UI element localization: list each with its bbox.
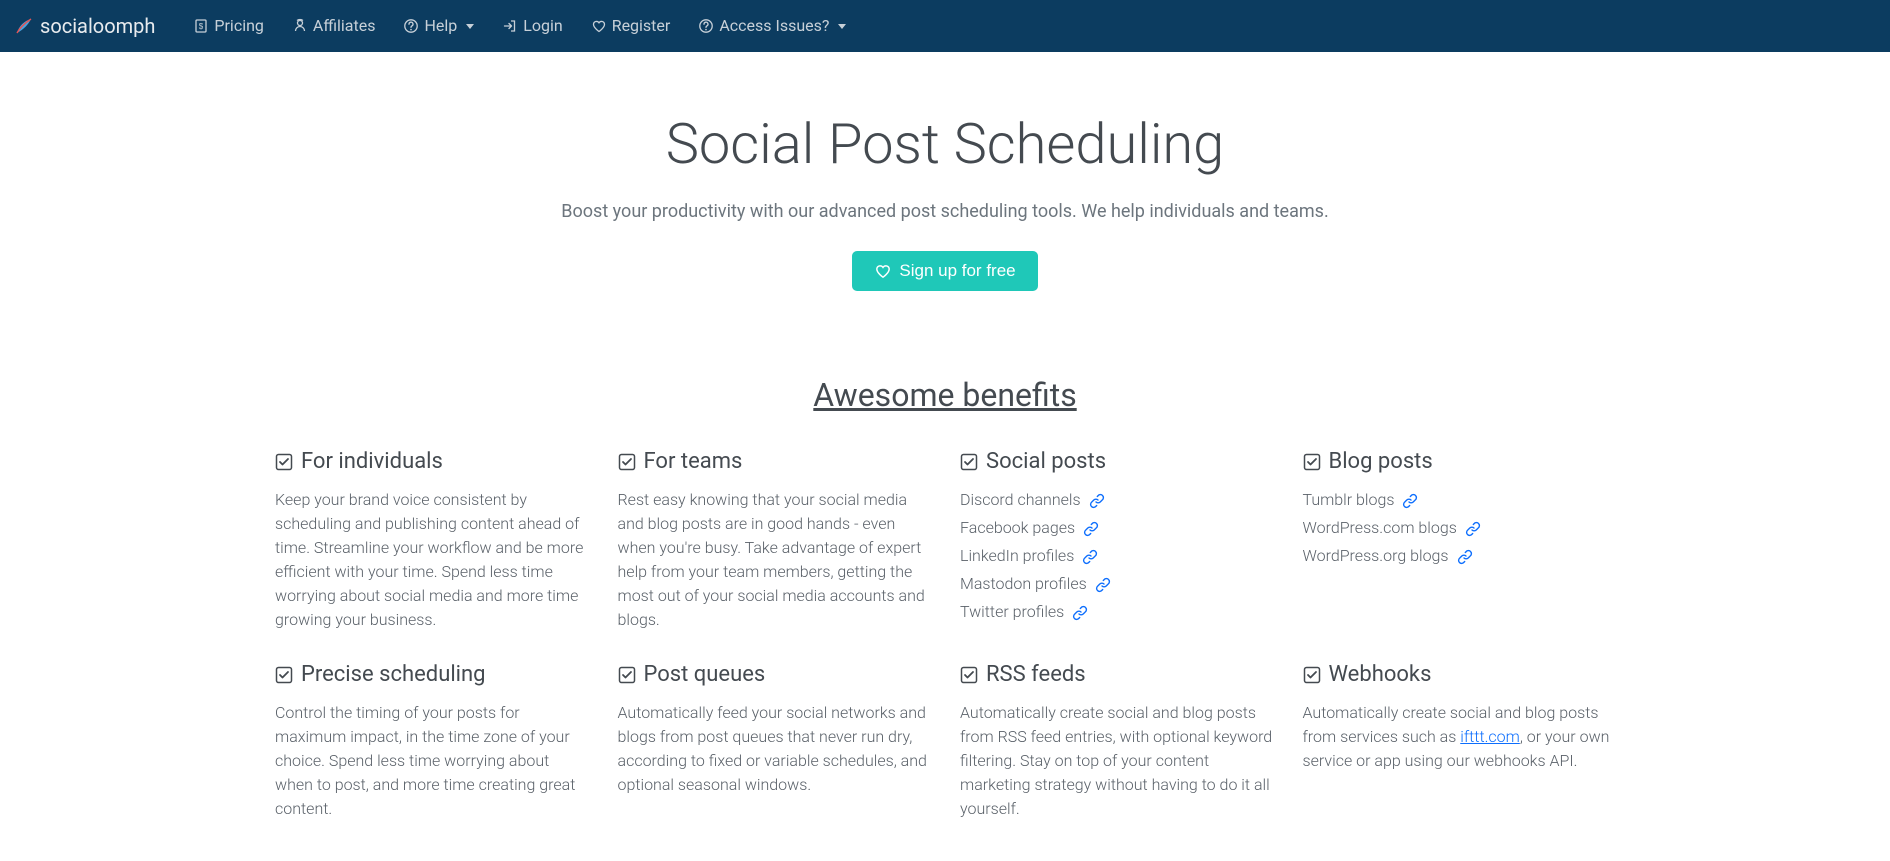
benefit-title: For individuals <box>301 445 443 478</box>
benefit-individuals: For individuals Keep your brand voice co… <box>275 445 588 632</box>
benefit-body: Keep your brand voice consistent by sche… <box>275 488 588 632</box>
benefit-rss-feeds: RSS feeds Automatically create social an… <box>960 658 1273 821</box>
benefit-blog-posts: Blog posts Tumblr blogs WordPress.com blo… <box>1303 445 1616 632</box>
benefit-title: Social posts <box>986 445 1106 478</box>
list-item: Discord channels <box>960 488 1273 512</box>
social-posts-list: Discord channels Facebook pages LinkedIn p… <box>960 488 1273 624</box>
checkbox-icon <box>275 453 293 471</box>
checkbox-icon <box>960 666 978 684</box>
checkbox-icon <box>960 453 978 471</box>
brand-text: socialoomph <box>40 11 155 41</box>
nav-register[interactable]: Register <box>579 10 683 42</box>
benefit-body: Automatically create social and blog pos… <box>960 701 1273 821</box>
checkbox-icon <box>1303 453 1321 471</box>
list-item: WordPress.org blogs <box>1303 544 1616 568</box>
heart-icon <box>591 18 607 34</box>
nav-register-label: Register <box>612 14 671 38</box>
benefits-heading: Awesome benefits <box>0 371 1890 419</box>
benefit-title: RSS feeds <box>986 658 1086 691</box>
list-item: Tumblr blogs <box>1303 488 1616 512</box>
list-item-label: Discord channels <box>960 488 1081 512</box>
list-item: Twitter profiles <box>960 600 1273 624</box>
sign-up-label: Sign up for free <box>899 261 1015 281</box>
help-icon <box>698 18 714 34</box>
benefit-social-posts: Social posts Discord channels Facebook pa… <box>960 445 1273 632</box>
list-item-label: Facebook pages <box>960 516 1075 540</box>
link-icon[interactable] <box>1083 516 1099 540</box>
dollar-icon <box>193 18 209 34</box>
checkbox-icon <box>618 666 636 684</box>
navbar: socialoomph Pricing Affiliates Help Logi… <box>0 0 1890 52</box>
list-item: Mastodon profiles <box>960 572 1273 596</box>
nav-affiliates[interactable]: Affiliates <box>280 10 388 42</box>
login-icon <box>502 18 518 34</box>
benefit-title: Webhooks <box>1329 658 1432 691</box>
nav-access-issues[interactable]: Access Issues? <box>686 10 858 42</box>
list-item: LinkedIn profiles <box>960 544 1273 568</box>
nav-login[interactable]: Login <box>490 10 574 42</box>
affiliate-icon <box>292 18 308 34</box>
nav-pricing[interactable]: Pricing <box>181 10 276 42</box>
link-icon[interactable] <box>1089 488 1105 512</box>
list-item-label: Mastodon profiles <box>960 572 1087 596</box>
benefit-teams: For teams Rest easy knowing that your so… <box>618 445 931 632</box>
link-icon[interactable] <box>1457 544 1473 568</box>
benefit-precise-scheduling: Precise scheduling Control the timing of… <box>275 658 588 821</box>
list-item: WordPress.com blogs <box>1303 516 1616 540</box>
sign-up-button[interactable]: Sign up for free <box>852 251 1037 291</box>
benefit-body: Automatically create social and blog pos… <box>1303 701 1616 773</box>
heart-icon <box>874 262 892 280</box>
hero-subtitle: Boost your productivity with our advance… <box>20 198 1870 225</box>
ifttt-link[interactable]: ifttt.com <box>1460 727 1520 746</box>
benefit-body: Rest easy knowing that your social media… <box>618 488 931 632</box>
checkbox-icon <box>618 453 636 471</box>
nav-help[interactable]: Help <box>391 10 486 42</box>
nav-login-label: Login <box>523 14 562 38</box>
benefit-title: For teams <box>644 445 743 478</box>
checkbox-icon <box>1303 666 1321 684</box>
list-item-label: WordPress.org blogs <box>1303 544 1449 568</box>
list-item: Facebook pages <box>960 516 1273 540</box>
brand-link[interactable]: socialoomph <box>14 11 155 41</box>
checkbox-icon <box>275 666 293 684</box>
chevron-down-icon <box>466 24 474 29</box>
benefit-title: Post queues <box>644 658 766 691</box>
benefit-webhooks: Webhooks Automatically create social and… <box>1303 658 1616 821</box>
benefit-body: Automatically feed your social networks … <box>618 701 931 797</box>
nav-affiliates-label: Affiliates <box>313 14 376 38</box>
link-icon[interactable] <box>1095 572 1111 596</box>
chevron-down-icon <box>838 24 846 29</box>
link-icon[interactable] <box>1465 516 1481 540</box>
hero-title: Social Post Scheduling <box>20 102 1870 186</box>
nav-access-label: Access Issues? <box>719 14 829 38</box>
benefit-title: Blog posts <box>1329 445 1433 478</box>
feather-icon <box>14 16 34 36</box>
list-item-label: WordPress.com blogs <box>1303 516 1457 540</box>
nav-pricing-label: Pricing <box>214 14 264 38</box>
benefits-grid: For individuals Keep your brand voice co… <box>255 445 1635 861</box>
link-icon[interactable] <box>1082 544 1098 568</box>
benefit-title: Precise scheduling <box>301 658 486 691</box>
blog-posts-list: Tumblr blogs WordPress.com blogs WordPress… <box>1303 488 1616 568</box>
link-icon[interactable] <box>1402 488 1418 512</box>
benefit-body: Control the timing of your posts for max… <box>275 701 588 821</box>
list-item-label: Tumblr blogs <box>1303 488 1395 512</box>
nav-help-label: Help <box>424 14 457 38</box>
hero: Social Post Scheduling Boost your produc… <box>0 52 1890 331</box>
list-item-label: LinkedIn profiles <box>960 544 1074 568</box>
benefit-post-queues: Post queues Automatically feed your soci… <box>618 658 931 821</box>
link-icon[interactable] <box>1072 600 1088 624</box>
list-item-label: Twitter profiles <box>960 600 1064 624</box>
help-icon <box>403 18 419 34</box>
